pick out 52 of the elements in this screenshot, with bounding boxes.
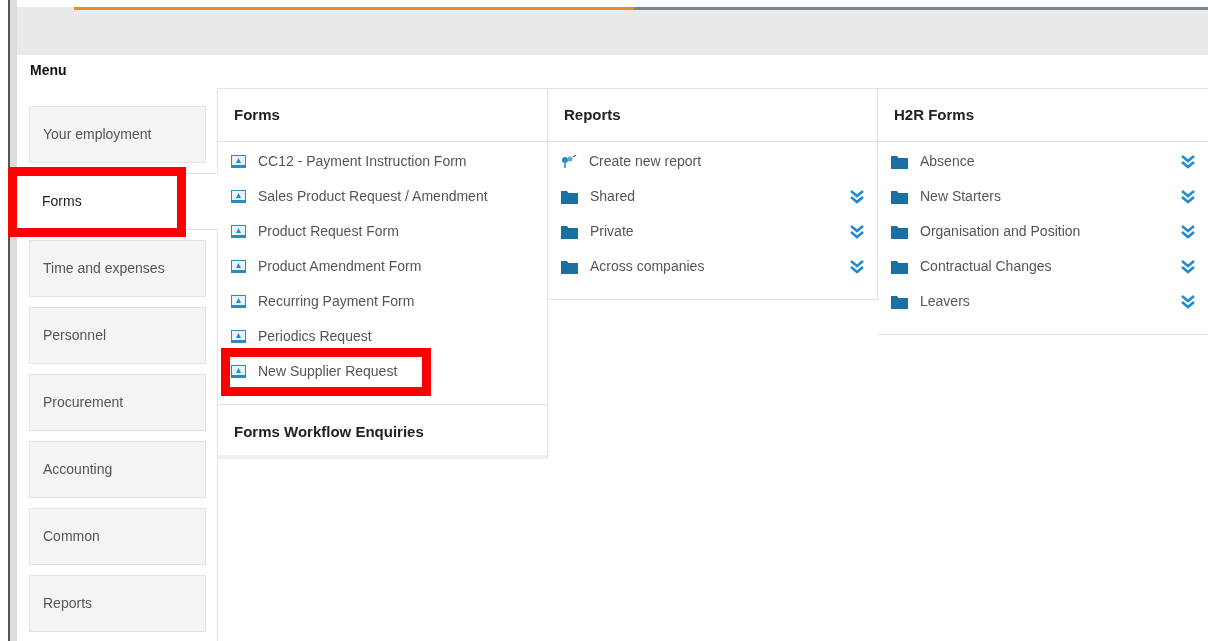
column-header: Forms bbox=[218, 89, 547, 142]
double-chevron-down-icon[interactable] bbox=[1180, 258, 1196, 275]
menu-link[interactable]: Absence bbox=[920, 151, 975, 172]
menu-link[interactable]: Create new report bbox=[589, 151, 702, 172]
column-header: H2R Forms bbox=[878, 89, 1208, 142]
menu-category[interactable]: Procurement bbox=[29, 374, 206, 431]
menu-link[interactable]: Contractual Changes bbox=[920, 256, 1052, 277]
menu-link[interactable]: New Supplier Request bbox=[258, 361, 398, 382]
form-icon bbox=[231, 365, 246, 378]
form-icon bbox=[231, 330, 246, 343]
menu-category[interactable]: Your employment bbox=[29, 106, 206, 163]
report-wizard-icon bbox=[561, 155, 577, 168]
form-icon bbox=[231, 295, 246, 308]
folder-icon bbox=[561, 224, 578, 239]
menu-link[interactable]: New Starters bbox=[920, 186, 1001, 207]
menu-category[interactable]: Common bbox=[29, 508, 206, 565]
menu-link[interactable]: CC12 - Payment Instruction Form bbox=[258, 151, 467, 172]
folder-icon bbox=[891, 259, 908, 274]
menu-title: Menu bbox=[30, 61, 68, 80]
folder-icon bbox=[891, 154, 908, 169]
double-chevron-down-icon[interactable] bbox=[1180, 188, 1196, 205]
double-chevron-down-icon[interactable] bbox=[849, 188, 865, 205]
folder-icon bbox=[891, 294, 908, 309]
menu-category[interactable]: Reports bbox=[29, 575, 206, 632]
form-icon bbox=[231, 260, 246, 273]
form-icon bbox=[231, 225, 246, 238]
form-icon bbox=[231, 155, 246, 168]
folder-icon bbox=[561, 189, 578, 204]
menu-category[interactable]: Accounting bbox=[29, 441, 206, 498]
menu-category[interactable]: Personnel bbox=[29, 307, 206, 364]
column-header: Reports bbox=[548, 89, 877, 142]
menu-category[interactable]: Time and expenses bbox=[29, 240, 206, 297]
double-chevron-down-icon[interactable] bbox=[849, 258, 865, 275]
menu-link[interactable]: Across companies bbox=[590, 256, 705, 277]
menu-link[interactable]: Private bbox=[590, 221, 634, 242]
menu-link[interactable]: Product Request Form bbox=[258, 221, 399, 242]
double-chevron-down-icon[interactable] bbox=[1180, 293, 1196, 310]
form-icon bbox=[231, 190, 246, 203]
folder-icon bbox=[561, 259, 578, 274]
menu-link[interactable]: Leavers bbox=[920, 291, 970, 312]
double-chevron-down-icon[interactable] bbox=[1180, 153, 1196, 170]
section-header: Forms Workflow Enquiries bbox=[218, 405, 547, 459]
menu-link[interactable]: Sales Product Request / Amendment bbox=[258, 186, 488, 207]
double-chevron-down-icon[interactable] bbox=[1180, 223, 1196, 240]
menu-link[interactable]: Recurring Payment Form bbox=[258, 291, 415, 312]
double-chevron-down-icon[interactable] bbox=[849, 223, 865, 240]
menu-link[interactable]: Periodics Request bbox=[258, 326, 372, 347]
menu-link[interactable]: Product Amendment Form bbox=[258, 256, 422, 277]
menu-link[interactable]: Organisation and Position bbox=[920, 221, 1081, 242]
menu-link[interactable]: Shared bbox=[590, 186, 636, 207]
folder-icon bbox=[891, 189, 908, 204]
folder-icon bbox=[891, 224, 908, 239]
